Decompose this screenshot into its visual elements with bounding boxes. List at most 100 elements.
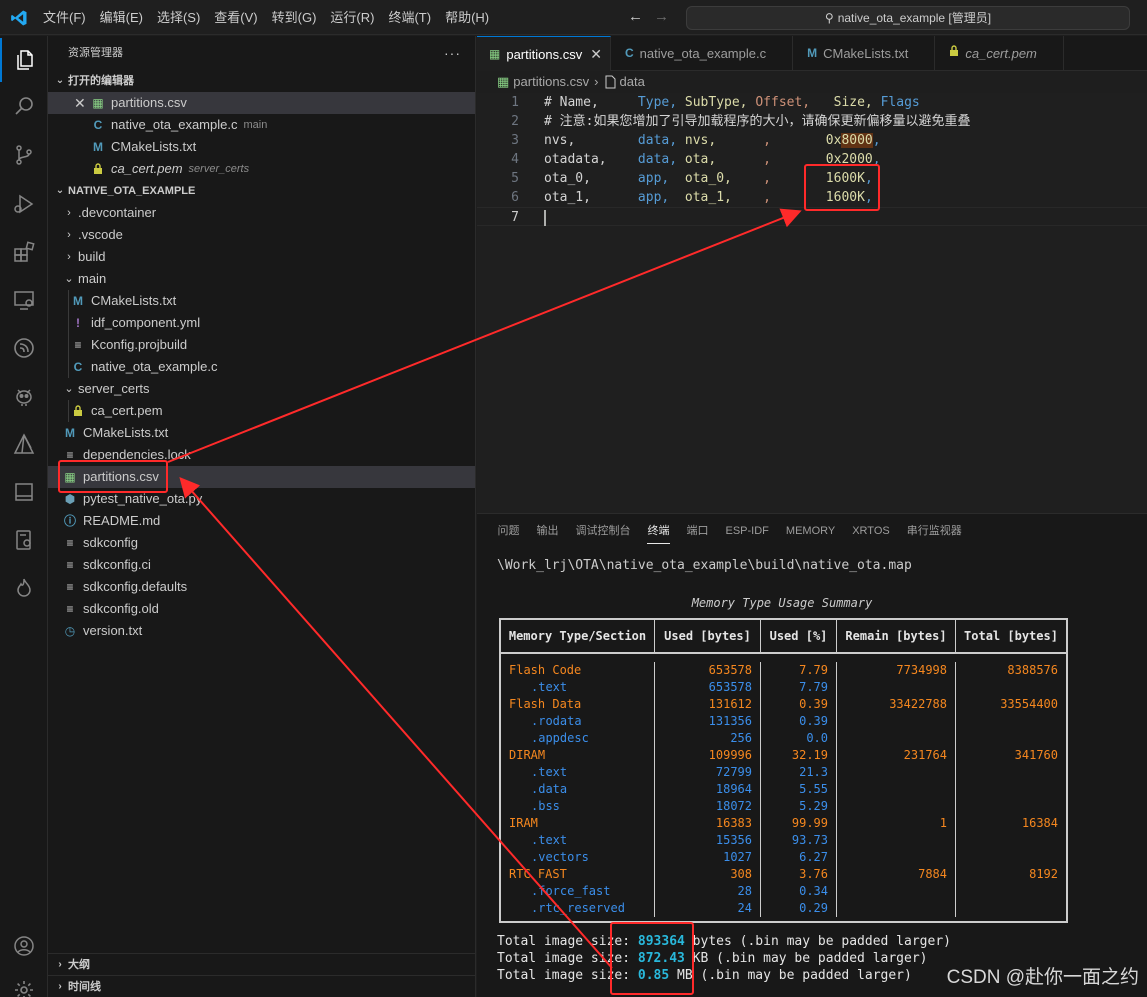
tab-m[interactable]: M CMakeLists.txt <box>793 36 936 71</box>
tree-folder[interactable]: › .devcontainer <box>48 202 475 224</box>
menu-item-6[interactable]: 终端(T) <box>381 0 438 35</box>
tree-file[interactable]: Cnative_ota_example.c <box>48 356 475 378</box>
code-editor[interactable]: 1 # Name, Type, SubType, Offset, Size, Fl… <box>477 93 1147 513</box>
tree-label: ca_cert.pem <box>91 403 163 418</box>
breadcrumb-file[interactable]: partitions.csv <box>513 71 589 93</box>
table-cell: 15356 <box>715 833 752 847</box>
timeline-header[interactable]: › 时间线 <box>48 975 476 997</box>
code-token: 8000 <box>841 133 873 148</box>
open-editor-item[interactable]: M CMakeLists.txt <box>48 136 475 158</box>
run-debug-icon[interactable] <box>0 182 48 226</box>
cmake-file-icon: M <box>93 140 103 154</box>
code-token: data, <box>637 133 685 148</box>
tree-folder[interactable]: ⌄ main <box>48 268 475 290</box>
tab-c[interactable]: Cnative_ota_example.c <box>611 36 794 71</box>
table-cell: 7734998 <box>896 663 947 677</box>
project-header[interactable]: ⌄ NATIVE_OTA_EXAMPLE <box>48 180 475 202</box>
search-icon[interactable] <box>0 84 48 128</box>
table-cell: 6.27 <box>799 850 828 864</box>
menu-item-3[interactable]: 查看(V) <box>207 0 264 35</box>
source-control-icon[interactable] <box>0 133 48 177</box>
table-cell: 32.19 <box>791 748 828 762</box>
tree-label: sdkconfig.defaults <box>83 579 188 594</box>
tree-file[interactable]: M CMakeLists.txt <box>48 422 475 444</box>
tree-file[interactable]: ≡ sdkconfig <box>48 532 475 554</box>
open-editor-item[interactable]: ca_cert.pem server_certs <box>48 158 475 180</box>
tree-file[interactable]: ca_cert.pem <box>48 400 475 422</box>
close-icon[interactable]: ✕ <box>590 37 602 72</box>
tree-label: .devcontainer <box>78 205 157 220</box>
extensions-icon[interactable] <box>0 230 48 274</box>
panel-tab-6[interactable]: MEMORY <box>777 514 843 548</box>
menu-item-7[interactable]: 帮助(H) <box>438 0 496 35</box>
tree-file[interactable]: ◷ version.txt <box>48 620 475 642</box>
table-cell: Flash Code <box>509 663 582 677</box>
tree-file[interactable]: M CMakeLists.txt <box>48 290 475 312</box>
cmake-file-icon: M <box>65 426 75 440</box>
menu-item-2[interactable]: 选择(S) <box>150 0 207 35</box>
tree-folder[interactable]: › build <box>48 246 475 268</box>
tree-file[interactable]: ≡ sdkconfig.old <box>48 598 475 620</box>
back-arrow-icon[interactable]: ← <box>628 8 643 25</box>
column-header: Used [bytes] <box>655 620 761 652</box>
text-cursor <box>544 210 546 226</box>
activity-bar <box>0 36 48 997</box>
breadcrumb-node[interactable]: data <box>620 71 645 93</box>
menu-item-1[interactable]: 编辑(E) <box>93 0 150 35</box>
tree-folder[interactable]: ⌄ server_certs <box>48 378 475 400</box>
column-header: Memory Type/Section <box>501 620 655 652</box>
panel-tab-3[interactable]: 终端 <box>639 514 678 548</box>
code-token: # Name, <box>544 95 638 110</box>
file-label: partitions.csv <box>111 95 187 110</box>
code-token: 0x <box>825 133 842 148</box>
open-editor-item[interactable]: ✕ ▦ partitions.csv <box>48 92 475 114</box>
menu-item-0[interactable]: 文件(F) <box>36 0 93 35</box>
table-cell <box>956 679 1066 696</box>
close-icon[interactable]: ✕ <box>74 92 90 114</box>
open-editor-item[interactable]: Cnative_ota_example.c main <box>48 114 475 136</box>
tab-lock[interactable]: ca_cert.pem <box>935 36 1064 71</box>
outline-header[interactable]: › 大纲 <box>48 953 476 975</box>
panel-tab-4[interactable]: 端口 <box>678 514 717 548</box>
flame-icon[interactable] <box>0 566 48 610</box>
file-label: CMakeLists.txt <box>111 139 197 154</box>
tree-file[interactable]: ≡ Kconfig.projbuild <box>48 334 475 356</box>
more-actions-icon[interactable]: ··· <box>444 36 461 70</box>
tab-csv[interactable]: ▦ partitions.csv ✕ <box>477 36 611 71</box>
search-icon: ⚲ <box>824 11 834 25</box>
tree-file[interactable]: ⓘ README.md <box>48 510 475 532</box>
memory-usage-table: Memory Type/Section Used [bytes] Used [%] R… <box>499 618 1068 923</box>
tree-folder[interactable]: › .vscode <box>48 224 475 246</box>
remote-explorer-icon[interactable] <box>0 278 48 322</box>
cmake-icon[interactable] <box>0 422 48 466</box>
tree-file[interactable]: ≡ sdkconfig.ci <box>48 554 475 576</box>
column-header: Remain [bytes] <box>837 620 956 652</box>
account-icon[interactable] <box>0 924 48 968</box>
lock-file-icon <box>949 36 959 71</box>
explorer-icon[interactable] <box>0 38 48 82</box>
panel-tab-1[interactable]: 输出 <box>528 514 567 548</box>
open-editors-header[interactable]: ⌄ 打开的编辑器 <box>48 70 475 92</box>
panel-tab-0[interactable]: 问题 <box>489 514 528 548</box>
tree-label: sdkconfig <box>83 535 138 550</box>
manage-icon[interactable] <box>0 968 48 997</box>
tree-file[interactable]: ≡ sdkconfig.defaults <box>48 576 475 598</box>
command-center[interactable]: ⚲ native_ota_example [管理员] <box>686 6 1130 30</box>
code-token: ota_1, <box>684 190 764 205</box>
menu-item-4[interactable]: 转到(G) <box>265 0 324 35</box>
table-cell: 0.39 <box>799 714 828 728</box>
forward-arrow-icon[interactable]: → <box>654 8 669 25</box>
panel-tab-7[interactable]: XRTOS <box>844 514 899 548</box>
device-icon[interactable] <box>0 518 48 562</box>
panel-tab-8[interactable]: 串行监视器 <box>898 514 970 548</box>
terminal-icon[interactable] <box>0 470 48 514</box>
menu-item-5[interactable]: 运行(R) <box>323 0 381 35</box>
esp-idf-icon[interactable] <box>0 326 48 370</box>
table-cell: RTC FAST <box>509 867 567 881</box>
tree-file[interactable]: ! idf_component.yml <box>48 312 475 334</box>
table-cell: .appdesc <box>531 731 589 745</box>
platformio-icon[interactable] <box>0 374 48 418</box>
panel-tab-2[interactable]: 调试控制台 <box>567 514 639 548</box>
panel-tab-5[interactable]: ESP-IDF <box>717 514 777 548</box>
annotation-box-partitions-file <box>58 460 168 493</box>
